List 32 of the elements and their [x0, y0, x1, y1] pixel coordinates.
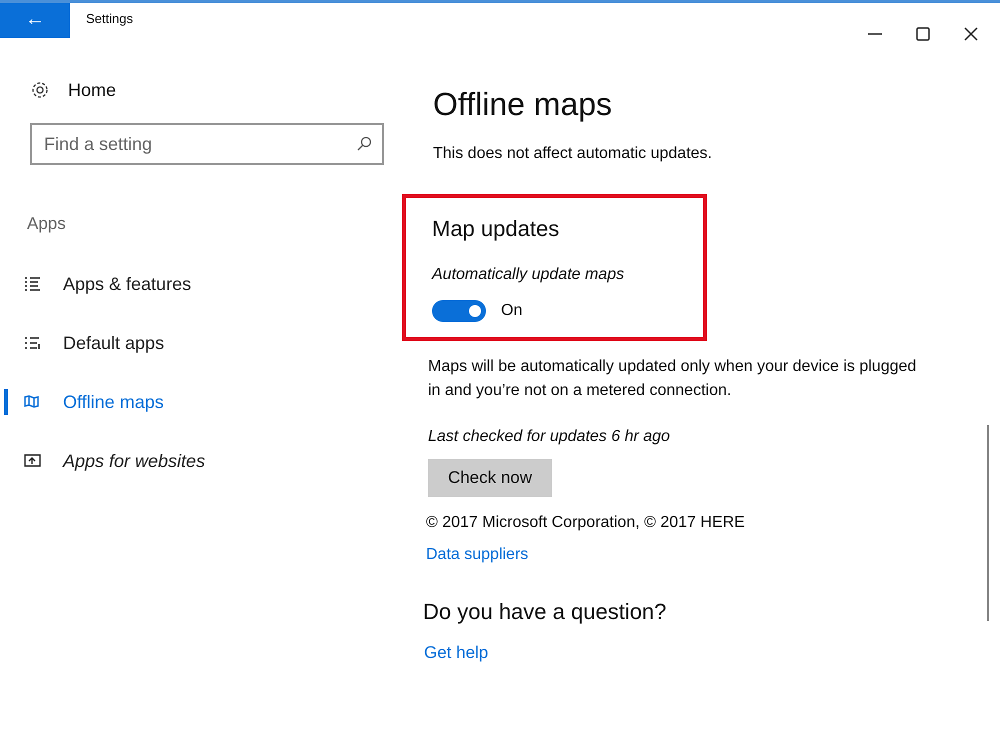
note-text: This does not affect automatic updates.	[433, 144, 713, 164]
copyright-text: © 2017 Microsoft Corporation, © 2017 HERE	[426, 513, 746, 533]
gear-icon	[30, 80, 50, 100]
nav-item[interactable]: Apps for websites	[0, 432, 402, 490]
minimize-icon[interactable]	[868, 32, 882, 36]
search-field[interactable]: Find a setting	[30, 123, 384, 165]
window-title: Settings	[86, 10, 133, 28]
section-heading: Do you have a question?	[423, 598, 668, 626]
section-heading: Map updates	[432, 215, 560, 243]
toggle-switch[interactable]	[432, 300, 486, 322]
toggle-state: On	[501, 301, 522, 321]
map-icon	[24, 394, 41, 410]
data-suppliers-link[interactable]: Data suppliers	[426, 543, 528, 567]
list-icon	[24, 335, 41, 351]
toggle-label: Automatically update maps	[432, 265, 626, 285]
scrollbar[interactable]	[987, 425, 989, 621]
nav-item[interactable]: Offline maps	[0, 372, 402, 432]
status-text: Last checked for updates 6 hr ago	[428, 427, 671, 447]
section-heading: Apps	[27, 213, 67, 235]
close-icon[interactable]	[964, 27, 978, 41]
search-icon	[356, 136, 372, 152]
list-icon	[24, 276, 41, 292]
nav-item[interactable]: Default apps	[0, 314, 402, 372]
maximize-icon[interactable]	[916, 27, 930, 41]
get-help-link[interactable]: Get help	[424, 640, 488, 666]
home-link[interactable]: Home	[68, 76, 116, 104]
back-button[interactable]: ←	[0, 0, 70, 38]
window-icon	[24, 453, 41, 469]
nav-item[interactable]: Apps & features	[0, 254, 402, 314]
description-text: Maps will be automatically updated only when your device is plugged in and you’re not on a metered connection.	[428, 357, 918, 401]
check-now-button[interactable]: Check now	[428, 459, 552, 497]
page-title: Offline maps	[433, 85, 614, 124]
